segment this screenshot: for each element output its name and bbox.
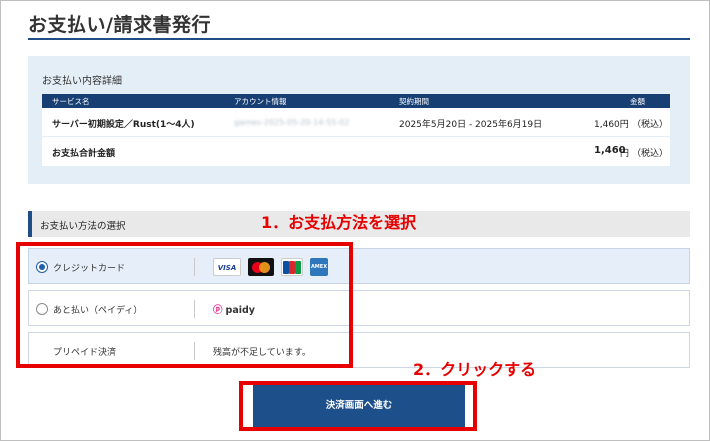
row-tax: （税込） (632, 120, 669, 130)
header-account: アカウント情報 (234, 97, 287, 106)
header-service: サービス名 (52, 97, 90, 106)
payment-details-title: お支払い内容詳細 (42, 76, 122, 87)
total-label: お支払合計金額 (52, 149, 116, 159)
annotation-step2: 2．クリックする (413, 360, 537, 379)
payment-details-panel: お支払い内容詳細 サービス名 アカウント情報 契約期間 金額 サーバー初期設定／… (28, 56, 690, 184)
account-info: games-2025-05-20-14-55-02 (234, 118, 350, 127)
payment-method-title: お支払い方法の選択 (40, 221, 126, 232)
title-divider (28, 38, 690, 40)
annotation-highlight-methods (16, 242, 353, 368)
header-period: 契約期間 (399, 97, 429, 106)
row-amount: 1,460円 (594, 120, 629, 130)
total-row: お支払合計金額 1,460 円 （税込） (42, 137, 670, 166)
total-tax: （税込） (632, 149, 669, 159)
page-title: お支払い/請求書発行 (28, 14, 211, 36)
details-table-header: サービス名 アカウント情報 契約期間 金額 (42, 94, 670, 108)
header-amount: 金額 (630, 97, 645, 106)
contract-period: 2025年5月20日 - 2025年6月19日 (399, 120, 543, 130)
table-row: サーバー初期設定／Rust(1〜4人) games-2025-05-20-14-… (42, 108, 670, 137)
total-unit: 円 (620, 149, 630, 159)
service-name: サーバー初期設定／Rust(1〜4人) (52, 120, 195, 130)
annotation-step1: 1．お支払方法を選択 (261, 213, 417, 232)
annotation-highlight-button (239, 381, 477, 431)
